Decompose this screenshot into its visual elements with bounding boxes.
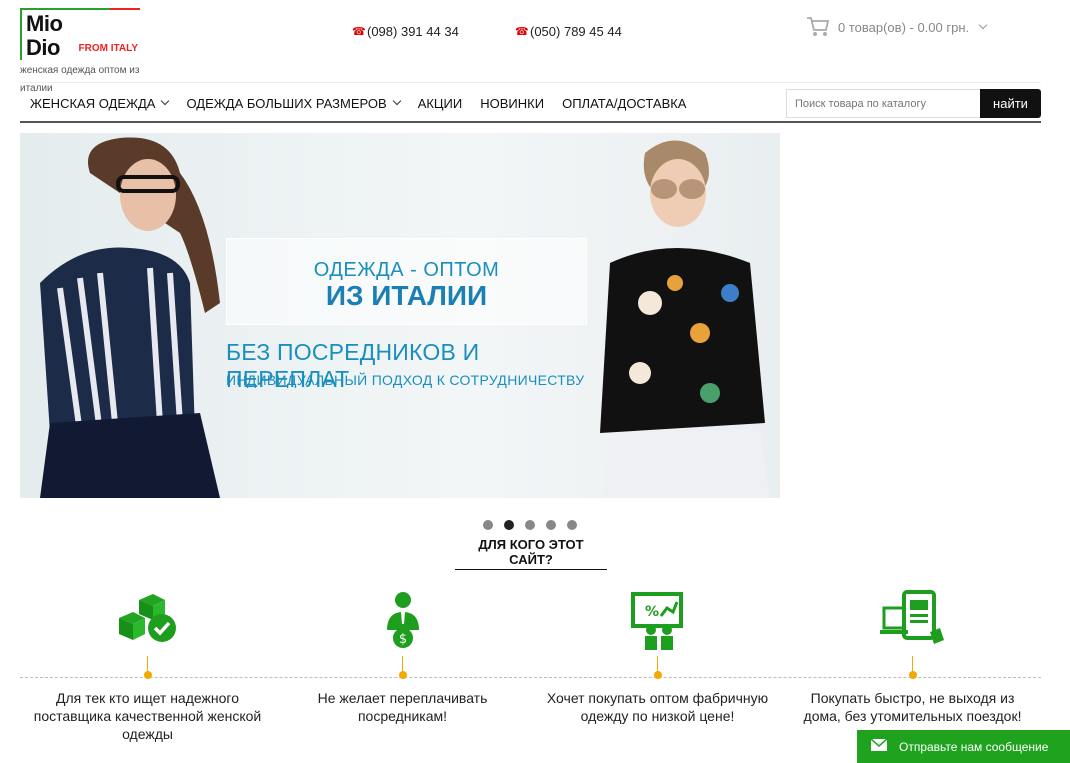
logo-suffix: FROM ITALY <box>78 43 138 54</box>
banner-line-1: ОДЕЖДА - ОПТОМ <box>313 259 500 281</box>
who-is-this-for-heading[interactable]: ДЛЯ КОГО ЭТОТ САЙТ? <box>455 537 607 570</box>
carousel-dots <box>483 520 577 530</box>
nav-divider <box>20 121 1041 123</box>
send-message-button[interactable]: Отправьте нам сообщение <box>857 730 1070 763</box>
feature-stem <box>147 656 148 672</box>
nav-label: НОВИНКИ <box>480 95 545 111</box>
phone-1[interactable]: ☎ (098) 391 44 34 <box>352 24 459 39</box>
phone-icon: ☎ <box>515 25 529 38</box>
cart-button[interactable]: 0 товар(ов) - 0.00 грн. <box>806 16 988 38</box>
logo-text: Mio Dio <box>26 11 63 60</box>
model-right-image <box>600 140 770 498</box>
presentation-discount-icon: % <box>530 590 785 650</box>
feature-dot <box>908 671 917 679</box>
nav-label: ОДЕЖДА БОЛЬШИХ РАЗМЕРОВ <box>186 95 387 111</box>
feature-text: Не желает переплачивать посредникам! <box>317 690 488 724</box>
search-button[interactable]: найти <box>980 89 1041 118</box>
feature-dot <box>143 671 152 679</box>
search-form: найти <box>786 89 1041 118</box>
chevron-down-icon <box>161 96 170 106</box>
nav-item-payment-delivery[interactable]: ОПЛАТА/ДОСТАВКА <box>553 86 695 120</box>
nav-item-new-arrivals[interactable]: НОВИНКИ <box>471 86 553 120</box>
feature-text: Покупать быстро, не выходя из дома, без … <box>803 690 1022 724</box>
carousel-dot-active[interactable] <box>504 520 514 530</box>
phone-icon: ☎ <box>352 25 366 38</box>
nav-item-womens-clothing[interactable]: ЖЕНСКАЯ ОДЕЖДА <box>20 86 177 120</box>
carousel-dot[interactable] <box>546 520 556 530</box>
nav-label: АКЦИИ <box>417 95 463 111</box>
carousel-dot[interactable] <box>483 520 493 530</box>
model-left-image <box>40 137 220 498</box>
feature-item: Для тек кто ищет надежного поставщика ка… <box>20 590 275 743</box>
businessman-money-icon: $ <box>275 590 530 650</box>
logo-mark: Mio Dio FROM ITALY <box>20 8 140 60</box>
feature-stem <box>402 656 403 672</box>
feature-text: Хочет покупать оптом фабричную одежду по… <box>546 690 769 724</box>
feature-stem <box>657 656 658 672</box>
carousel-dot[interactable] <box>567 520 577 530</box>
banner-line-2: ИЗ ИТАЛИИ <box>325 280 488 311</box>
banner-line-4: ИНДИВИДУАЛЬНЫЙ ПОДХОД К СОТРУДНИЧЕСТВУ <box>226 372 585 388</box>
banner-title-box: ОДЕЖДА - ОПТОМ ИЗ ИТАЛИИ <box>226 238 587 325</box>
logo[interactable]: Mio Dio FROM ITALY женская одежда оптом … <box>20 8 165 98</box>
search-input[interactable] <box>786 89 980 118</box>
cart-summary: 0 товар(ов) - 0.00 грн. <box>838 19 970 35</box>
chevron-down-icon <box>978 20 988 30</box>
feature-item: % Хочет покупать оптом фабричную одежду … <box>530 590 785 725</box>
nav-label: ОПЛАТА/ДОСТАВКА <box>562 95 687 111</box>
feature-dot <box>398 671 407 679</box>
send-message-label: Отправьте нам сообщение <box>899 739 1049 754</box>
nav-item-plus-size[interactable]: ОДЕЖДА БОЛЬШИХ РАЗМЕРОВ <box>177 86 408 120</box>
cart-icon <box>806 16 830 38</box>
feature-dot <box>653 671 662 679</box>
feature-item: $ Не желает переплачивать посредникам! <box>275 590 530 725</box>
phone-number-2: (050) 789 45 44 <box>530 24 622 39</box>
boxes-check-icon <box>20 590 275 650</box>
devices-shopping-icon <box>785 590 1040 650</box>
feature-text: Для тек кто ищет надежного поставщика ка… <box>33 690 262 742</box>
svg-text:%: % <box>645 604 659 620</box>
chevron-down-icon <box>392 96 401 106</box>
feature-stem <box>912 656 913 672</box>
phone-number-1: (098) 391 44 34 <box>367 24 459 39</box>
nav-label: ЖЕНСКАЯ ОДЕЖДА <box>30 95 156 111</box>
divider <box>20 82 1041 83</box>
hero-banner[interactable]: ОДЕЖДА - ОПТОМ ИЗ ИТАЛИИ БЕЗ ПОСРЕДНИКОВ… <box>20 133 780 498</box>
svg-text:$: $ <box>398 632 406 647</box>
envelope-icon <box>870 738 888 754</box>
phone-2[interactable]: ☎ (050) 789 45 44 <box>515 24 622 39</box>
carousel-dot[interactable] <box>525 520 535 530</box>
nav-item-promotions[interactable]: АКЦИИ <box>409 86 472 120</box>
feature-item: Покупать быстро, не выходя из дома, без … <box>785 590 1040 725</box>
